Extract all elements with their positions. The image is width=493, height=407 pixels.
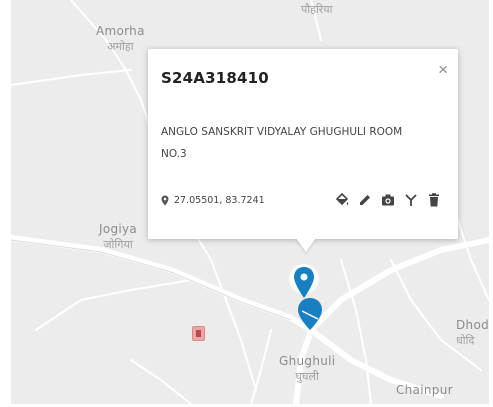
delete-icon[interactable] [423,190,445,210]
place-label-jogiya: Jogiya जोगिया [99,222,138,251]
place-label-ghughuli: Ghughuli घुघली [279,354,336,383]
place-label-chainpur: Chainpur [396,383,453,397]
close-icon[interactable]: × [438,61,448,78]
popup-tail [296,238,316,252]
map-container[interactable]: पौहरिया Amorha अमोहा Jogiya जोगिया Ghugh… [11,0,489,404]
antenna-icon[interactable] [400,190,422,210]
info-popup: S24A318410 × ANGLO SANSKRIT VIDYALAY GHU… [148,49,458,252]
place-label-dhod: Dhod धोदि [456,318,489,347]
location-pin-icon [161,195,169,206]
place-label-amorha: Amorha अमोहा [96,24,145,53]
poi-marker[interactable] [192,326,205,341]
popup-coordinates: 27.05501, 83.7241 [161,195,265,206]
edit-icon[interactable] [354,190,376,210]
coordinates-text: 27.05501, 83.7241 [174,195,265,206]
map-marker-selected[interactable] [289,262,319,317]
camera-icon[interactable] [377,190,399,210]
fill-icon[interactable] [331,190,353,210]
popup-actions [331,190,446,210]
place-label-top: पौहरिया [301,3,333,16]
popup-address: ANGLO SANSKRIT VIDYALAY GHUGHULI ROOM NO… [161,126,403,160]
popup-title: S24A318410 [161,69,269,87]
